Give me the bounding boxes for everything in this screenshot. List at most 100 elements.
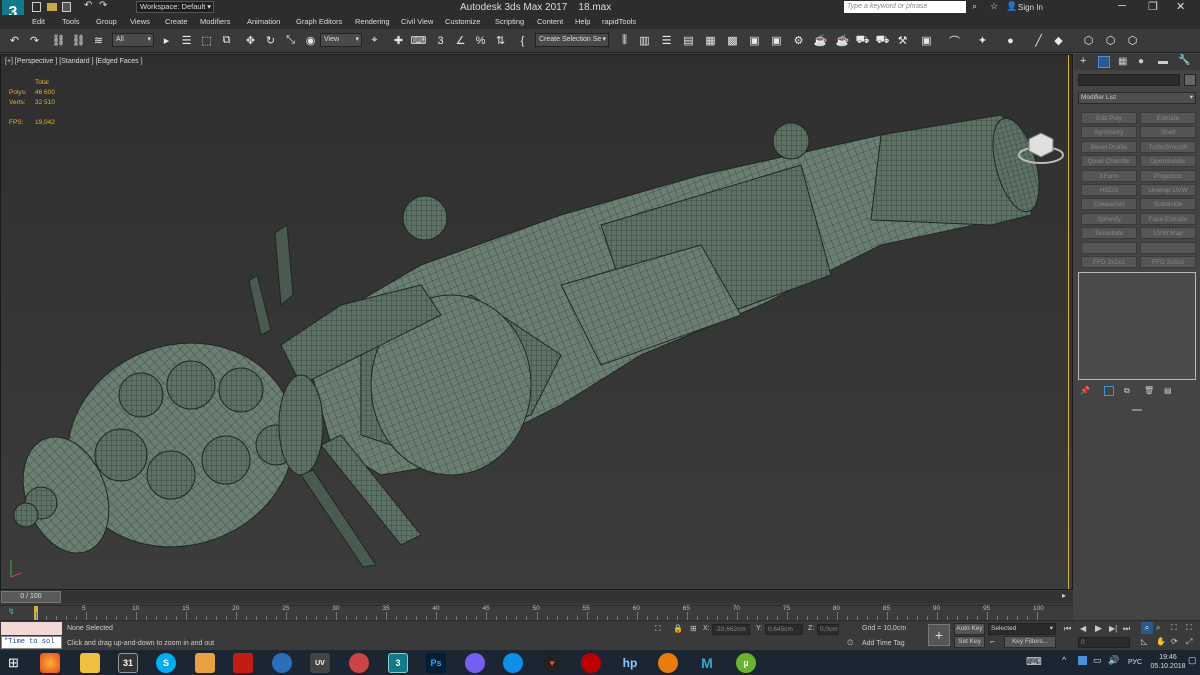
acrobat-icon[interactable] [233, 653, 253, 673]
dots-tool-icon[interactable]: ⬡ [1124, 32, 1141, 49]
user-icon[interactable]: 👤 [1006, 1, 1017, 12]
menu-edit[interactable]: Edit [32, 17, 45, 26]
zoom-all-icon[interactable]: ⌕ [1156, 623, 1160, 633]
modifier-button-creaseset[interactable]: CreaseSet [1081, 198, 1137, 211]
tray-app-icon[interactable] [1078, 656, 1087, 665]
modifier-button-xform[interactable]: XForm [1081, 169, 1137, 182]
pan-icon[interactable]: ✋ [1156, 637, 1166, 646]
maximize-icon[interactable]: ❐ [1148, 0, 1158, 13]
reference-coordinate-dropdown[interactable]: View ▾ [320, 33, 362, 47]
rendered-frame-icon[interactable]: ⚙ [790, 32, 807, 49]
modifier-button-ffd-2x2x2[interactable]: FFD 2x2x2 [1081, 256, 1137, 268]
menu-group[interactable]: Group [96, 17, 117, 26]
current-frame-field[interactable]: 0 [1078, 637, 1130, 648]
go-to-start-icon[interactable]: ⏮ [1064, 624, 1071, 634]
search-input[interactable]: Type a keyword or phrase [844, 1, 966, 13]
x-coordinate-field[interactable]: -33,662cm [712, 624, 750, 635]
snaps-toggle-icon[interactable]: 3 [432, 32, 449, 49]
app-tool-icon[interactable]: ▣ [918, 32, 935, 49]
spaceship-model[interactable] [1, 55, 1073, 590]
menu-civil-view[interactable]: Civil View [401, 17, 433, 26]
modifier-button-shell[interactable]: Shell [1140, 126, 1196, 139]
redo-icon[interactable]: ↷ [26, 32, 43, 49]
remove-modifier-icon[interactable]: 🗑 [1144, 386, 1154, 395]
modifier-button-edit-poly[interactable]: Edit Poly [1081, 112, 1137, 124]
modifier-stack[interactable] [1078, 272, 1196, 380]
render-production-icon[interactable]: ☕ [812, 32, 829, 49]
play-icon[interactable]: ▶ [1095, 623, 1102, 634]
menu-animation[interactable]: Animation [247, 17, 280, 26]
toggle-ribbon-icon[interactable]: ▤ [680, 32, 697, 49]
show-end-result-icon[interactable] [1104, 386, 1114, 396]
maxscript-mini-listener[interactable] [1, 622, 62, 635]
render-activeshade-icon[interactable]: ⛟ [854, 32, 871, 49]
configure-sets-icon[interactable]: ▤ [1164, 386, 1172, 395]
go-to-end-icon[interactable]: ⏭ [1123, 624, 1130, 634]
angle-snap-icon[interactable]: ∠ [452, 32, 469, 49]
previous-frame-icon[interactable]: ◀ [1080, 624, 1086, 633]
modifier-button-quad-chamfer[interactable]: Quad Chamfer [1081, 155, 1137, 168]
object-name-field[interactable] [1078, 74, 1180, 86]
windows-start-icon[interactable]: ⊞ [8, 655, 19, 671]
hierarchy-tab-icon[interactable]: ▦ [1118, 56, 1127, 67]
sign-in-link[interactable]: Sign In [1018, 3, 1043, 12]
schematic-view-icon[interactable]: ▩ [724, 32, 741, 49]
select-manipulate-icon[interactable]: ✚ [390, 32, 407, 49]
close-icon[interactable]: ✕ [1176, 0, 1185, 13]
modifier-button-tessellate[interactable]: Tessellate [1081, 227, 1137, 240]
y-coordinate-field[interactable]: 0,645cm [765, 624, 803, 635]
snap-tool-icon[interactable]: ⬡ [1102, 32, 1119, 49]
select-by-name-icon[interactable]: ☰ [178, 32, 195, 49]
selection-filter-dropdown[interactable]: All ▾ [112, 33, 154, 47]
modifier-button-projection[interactable]: Projection [1140, 169, 1196, 182]
maximize-viewport-icon[interactable]: ⤢ [1186, 637, 1192, 647]
absolute-mode-icon[interactable]: ⊞ [690, 624, 697, 633]
photoshop-icon[interactable]: Ps [426, 653, 446, 673]
z-coordinate-field[interactable]: 0,0cm [817, 624, 839, 635]
make-unique-icon[interactable]: ⧉ [1124, 386, 1130, 396]
selection-lock-icon[interactable]: 🔒 [673, 624, 683, 633]
menu-scripting[interactable]: Scripting [495, 17, 524, 26]
set-key-button[interactable]: Set Key [954, 636, 985, 648]
hammer-icon[interactable]: ⚒ [894, 32, 911, 49]
search-icon[interactable]: ⌕ [972, 1, 977, 12]
calendar-icon[interactable]: 31 [118, 653, 138, 673]
render-cloud-icon[interactable]: ⛟ [874, 32, 891, 49]
time-tag-icon[interactable]: ⏲ [847, 638, 853, 648]
add-time-tag[interactable]: Add Time Tag [862, 640, 905, 647]
menu-create[interactable]: Create [165, 17, 188, 26]
blender-icon[interactable] [658, 653, 678, 673]
utorrent-icon[interactable]: µ [736, 653, 756, 673]
modifier-button-empty-19[interactable] [1140, 241, 1196, 254]
auto-key-button[interactable]: Auto Key [954, 623, 985, 635]
clock[interactable]: 19:46 05.10.2018 [1150, 653, 1186, 671]
workspace-dropdown[interactable]: Workspace: Default ▾ [136, 1, 214, 13]
curve-tool-icon[interactable]: ⌒ [946, 32, 963, 49]
keyboard-icon[interactable]: ⌨ [1026, 655, 1042, 668]
key-filters-button[interactable]: Key Filters... [1004, 636, 1056, 648]
maya-icon[interactable]: M [697, 653, 717, 673]
magnet-icon[interactable] [349, 653, 369, 673]
line-tool-icon[interactable]: ╱ [1030, 32, 1047, 49]
modifier-button-symmetry[interactable]: Symmetry [1081, 126, 1137, 139]
select-move-icon[interactable]: ✥ [242, 32, 259, 49]
pin-stack-icon[interactable]: 📌 [1080, 386, 1090, 395]
track-bar-icon[interactable]: ↯ [8, 607, 15, 616]
curve-editor-icon[interactable]: ▦ [702, 32, 719, 49]
mirror-icon[interactable]: ⫼ [616, 32, 633, 49]
menu-views[interactable]: Views [130, 17, 150, 26]
grid-tool-icon[interactable]: ⬡ [1080, 32, 1097, 49]
select-object-icon[interactable]: ▸ [158, 32, 175, 49]
undo-icon[interactable]: ↶ [6, 32, 23, 49]
modifier-button-empty-18[interactable] [1081, 241, 1137, 254]
modifier-button-opensubdiv[interactable]: OpenSubdiv [1140, 155, 1196, 168]
menu-customize[interactable]: Customize [445, 17, 480, 26]
bind-space-warp-icon[interactable]: ≋ [90, 32, 107, 49]
modifier-button-uvw-map[interactable]: UVW Map [1140, 227, 1196, 240]
utilities-tab-icon[interactable]: 🔧 [1178, 55, 1190, 66]
create-tab-icon[interactable]: + [1080, 55, 1086, 67]
unlink-icon[interactable]: ⛓ [70, 32, 87, 49]
menu-modifiers[interactable]: Modifiers [200, 17, 230, 26]
save-file-icon[interactable] [62, 2, 71, 12]
uv-layout-icon[interactable]: UV [310, 653, 330, 673]
